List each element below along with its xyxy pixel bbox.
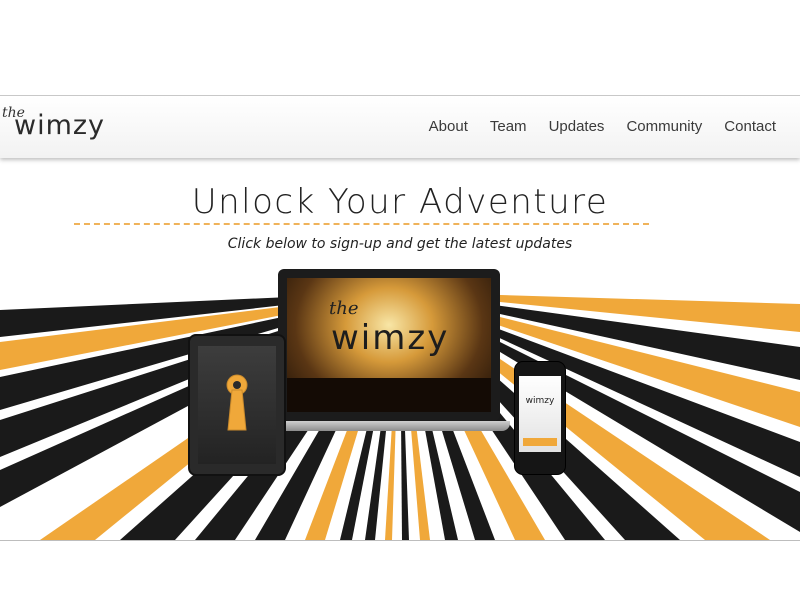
phone-screen: wimzy (519, 376, 561, 452)
hero-subhead[interactable]: Click below to sign-up and get the lates… (0, 236, 800, 252)
headline-divider (74, 223, 649, 225)
phone-logo-wordmark: wimzy (525, 396, 555, 406)
keyhole-icon (226, 374, 248, 431)
laptop-screen-image: the wimzy (287, 278, 491, 412)
nav-link-team[interactable]: Team (490, 118, 527, 135)
tablet-screen (198, 346, 276, 464)
laptop-logo-wordmark: wimzy (331, 318, 450, 358)
tablet-device (188, 334, 286, 476)
nav-link-updates[interactable]: Updates (549, 118, 605, 135)
top-navbar: the wimzy About Team Updates Community C… (0, 96, 800, 158)
laptop-logo-the: the (329, 298, 359, 319)
logo-wordmark: wimzy (14, 110, 106, 141)
phone-device: wimzy (514, 361, 566, 475)
nav-link-community[interactable]: Community (626, 118, 702, 135)
nav-link-contact[interactable]: Contact (724, 118, 776, 135)
hero-headline: Unlock Your Adventure (191, 182, 609, 222)
concert-crowd-silhouette (287, 378, 491, 412)
brand-logo[interactable]: the wimzy (2, 102, 112, 152)
website-frame: the wimzy About Team Updates Community C… (0, 95, 800, 541)
laptop-device: the wimzy (278, 269, 500, 421)
laptop-base (268, 421, 510, 431)
main-nav: About Team Updates Community Contact (429, 118, 776, 135)
phone-signup-bar[interactable] (523, 438, 557, 446)
nav-link-about[interactable]: About (429, 118, 468, 135)
